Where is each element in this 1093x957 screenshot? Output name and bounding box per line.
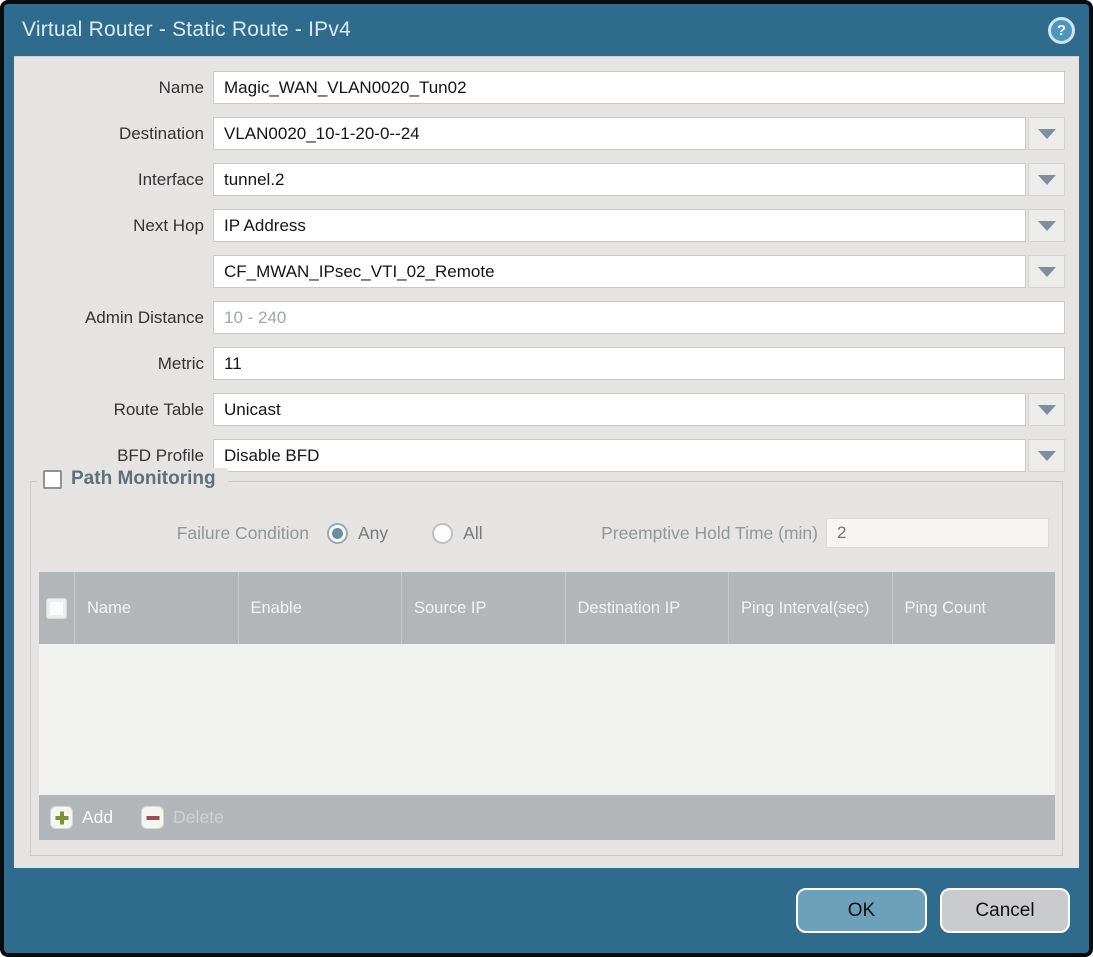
table-body-empty xyxy=(39,644,1055,795)
delete-button-label: Delete xyxy=(173,807,224,828)
destination-input[interactable] xyxy=(213,117,1026,150)
failure-condition-label: Failure Condition xyxy=(31,523,309,544)
delete-minus-icon xyxy=(141,806,164,829)
dialog-body: Name Destination Interface xyxy=(14,56,1079,868)
next-hop-type-dropdown-button[interactable] xyxy=(1028,209,1065,242)
metric-input[interactable] xyxy=(213,347,1065,380)
bfd-profile-label: BFD Profile xyxy=(28,446,213,466)
next-hop-address-input[interactable] xyxy=(213,255,1026,288)
form-row-interface: Interface xyxy=(28,163,1065,196)
bfd-profile-input[interactable] xyxy=(213,439,1026,472)
dialog-footer: OK Cancel xyxy=(4,868,1089,953)
form-row-destination: Destination xyxy=(28,117,1065,150)
dialog-titlebar: Virtual Router - Static Route - IPv4 ? xyxy=(4,4,1089,56)
path-monitoring-title: Path Monitoring xyxy=(71,468,216,490)
preemptive-hold-time-input[interactable] xyxy=(826,518,1049,548)
name-input[interactable] xyxy=(213,71,1065,104)
name-label: Name xyxy=(28,78,213,98)
failure-condition-row: Failure Condition Any All Preemptive Hol… xyxy=(31,516,1062,550)
select-all-cell xyxy=(39,572,75,644)
path-monitoring-table: Name Enable Source IP Destination IP Pin… xyxy=(39,572,1055,840)
form-row-metric: Metric xyxy=(28,347,1065,380)
failure-condition-all-radio[interactable] xyxy=(432,523,453,544)
dialog-window: Virtual Router - Static Route - IPv4 ? N… xyxy=(4,4,1089,953)
column-header-ping-interval[interactable]: Ping Interval(sec) xyxy=(729,572,893,644)
failure-condition-all-label: All xyxy=(463,523,482,544)
failure-condition-any-label: Any xyxy=(358,523,388,544)
next-hop-label: Next Hop xyxy=(28,216,213,236)
table-toolbar: Add Delete xyxy=(39,795,1055,840)
screenshot-root: Virtual Router - Static Route - IPv4 ? N… xyxy=(0,0,1093,957)
form-row-next-hop-address xyxy=(28,255,1065,288)
destination-dropdown-button[interactable] xyxy=(1028,117,1065,150)
route-table-input[interactable] xyxy=(213,393,1026,426)
form-row-admin-distance: Admin Distance xyxy=(28,301,1065,334)
failure-condition-any-radio[interactable] xyxy=(327,523,348,544)
next-hop-address-dropdown-button[interactable] xyxy=(1028,255,1065,288)
form-row-route-table: Route Table xyxy=(28,393,1065,426)
route-table-label: Route Table xyxy=(28,400,213,420)
admin-distance-label: Admin Distance xyxy=(28,308,213,328)
add-button-label: Add xyxy=(82,807,113,828)
admin-distance-input[interactable] xyxy=(213,301,1065,334)
route-table-dropdown-button[interactable] xyxy=(1028,393,1065,426)
add-plus-icon xyxy=(50,806,73,829)
table-header-row: Name Enable Source IP Destination IP Pin… xyxy=(39,572,1055,644)
column-header-destination-ip[interactable]: Destination IP xyxy=(566,572,730,644)
destination-label: Destination xyxy=(28,124,213,144)
form-row-name: Name xyxy=(28,71,1065,104)
interface-input[interactable] xyxy=(213,163,1026,196)
next-hop-type-input[interactable] xyxy=(213,209,1026,242)
interface-label: Interface xyxy=(28,170,213,190)
static-route-form: Name Destination Interface xyxy=(14,57,1079,472)
metric-label: Metric xyxy=(28,354,213,374)
ok-button[interactable]: OK xyxy=(796,888,927,933)
interface-dropdown-button[interactable] xyxy=(1028,163,1065,196)
help-icon[interactable]: ? xyxy=(1048,17,1075,44)
select-all-checkbox[interactable] xyxy=(46,598,67,619)
path-monitoring-section: Path Monitoring Failure Condition Any Al… xyxy=(30,481,1063,856)
path-monitoring-legend: Path Monitoring xyxy=(37,468,228,490)
bfd-profile-dropdown-button[interactable] xyxy=(1028,439,1065,472)
cancel-button[interactable]: Cancel xyxy=(940,888,1070,933)
form-row-next-hop: Next Hop xyxy=(28,209,1065,242)
add-button[interactable]: Add xyxy=(50,806,113,829)
column-header-source-ip[interactable]: Source IP xyxy=(402,572,566,644)
dialog-title: Virtual Router - Static Route - IPv4 xyxy=(22,18,1048,42)
column-header-enable[interactable]: Enable xyxy=(239,572,403,644)
path-monitoring-checkbox[interactable] xyxy=(43,470,62,489)
column-header-name[interactable]: Name xyxy=(75,572,239,644)
preemptive-hold-time-label: Preemptive Hold Time (min) xyxy=(601,523,818,544)
column-header-ping-count[interactable]: Ping Count xyxy=(893,572,1056,644)
delete-button[interactable]: Delete xyxy=(141,806,224,829)
